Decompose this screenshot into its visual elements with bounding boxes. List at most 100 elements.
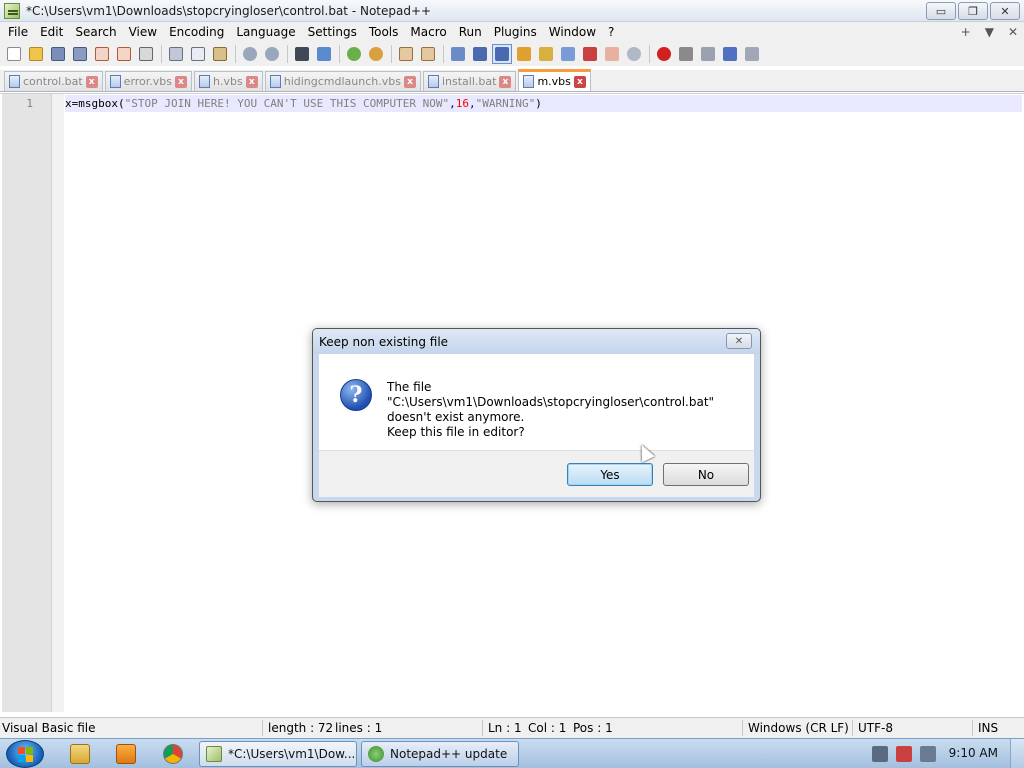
yes-button[interactable]: Yes [567,463,653,486]
show-desktop-button[interactable] [1010,739,1024,768]
menu-encoding[interactable]: Encoding [163,22,230,42]
document-map-button[interactable] [536,44,556,64]
replace-button[interactable] [314,44,334,64]
monitoring-button[interactable] [624,44,644,64]
dialog-footer: Yes No [319,450,754,497]
menu-tools[interactable]: Tools [363,22,405,42]
cut-button[interactable] [166,44,186,64]
toolbar-separator [232,44,238,64]
media-player-icon[interactable] [116,744,136,764]
tab-list-dropdown-icon[interactable]: ▼ [985,22,994,42]
tab-error-vbs[interactable]: error.vbs x [104,71,193,91]
user-defined-language-button[interactable] [514,44,534,64]
menu-window[interactable]: Window [543,22,602,42]
indent-guide-button[interactable] [492,44,512,64]
paste-button[interactable] [210,44,230,64]
taskbar-clock[interactable]: 9:10 AM [949,746,998,760]
menu-run[interactable]: Run [453,22,488,42]
macro-stop-button[interactable] [676,44,696,64]
dialog-message-line: Keep this file in editor? [387,425,525,439]
start-button[interactable] [6,740,44,768]
tab-close-icon[interactable]: x [499,75,512,88]
document-map-icon [539,47,553,61]
menu-file[interactable]: File [2,22,34,42]
dialog-title: Keep non existing file [319,334,449,349]
redo-button[interactable] [262,44,282,64]
code-string: "WARNING" [475,97,536,110]
restore-button[interactable]: ❐ [958,2,988,20]
no-button[interactable]: No [663,463,749,486]
macro-run-multiple-button[interactable] [720,44,740,64]
sync-horizontal-button[interactable] [418,44,438,64]
minimize-button[interactable]: ▭ [926,2,956,20]
undo-icon [243,47,257,61]
function-list-button[interactable] [580,44,600,64]
new-file-button[interactable] [4,44,24,64]
zoom-in-button[interactable] [344,44,364,64]
dialog-title-bar: Keep non existing file ✕ [313,329,760,354]
open-file-button[interactable] [26,44,46,64]
replace-icon [317,47,331,61]
find-button[interactable] [292,44,312,64]
code-line[interactable]: x=msgbox("STOP JOIN HERE! YOU CAN'T USE … [65,95,1022,112]
tab-close-icon[interactable]: x [85,75,98,88]
menu-plugins[interactable]: Plugins [488,22,543,42]
close-document-icon[interactable]: ✕ [1008,22,1018,42]
save-button[interactable] [48,44,68,64]
tab-close-icon[interactable]: x [573,75,586,88]
menu-view[interactable]: View [123,22,163,42]
chrome-icon[interactable] [163,744,183,764]
folder-as-workspace-button[interactable] [602,44,622,64]
new-tab-plus-icon[interactable]: + [961,22,971,42]
volume-icon[interactable] [920,746,936,762]
close-all-button[interactable] [114,44,134,64]
tab-hidingcmdlaunch-vbs[interactable]: hidingcmdlaunch.vbs x [264,71,421,91]
status-insert-mode[interactable]: INS [978,721,998,735]
status-separator [742,720,743,736]
copy-button[interactable] [188,44,208,64]
undo-button[interactable] [240,44,260,64]
tab-close-icon[interactable]: x [175,75,188,88]
taskbar-notepadpp-update[interactable]: Notepad++ update [361,741,519,767]
tab-install-bat[interactable]: install.bat x [422,71,517,91]
save-icon [51,47,65,61]
notepadpp-app-icon[interactable] [4,2,20,19]
sync-vertical-button[interactable] [396,44,416,64]
save-all-button[interactable] [70,44,90,64]
menu-settings[interactable]: Settings [302,22,363,42]
explorer-icon[interactable] [70,744,90,764]
close-file-button[interactable] [92,44,112,64]
status-eol[interactable]: Windows (CR LF) [748,721,849,735]
print-button[interactable] [136,44,156,64]
action-center-icon[interactable] [896,746,912,762]
document-list-button[interactable] [558,44,578,64]
tab-control-bat[interactable]: control.bat x [4,71,103,91]
tab-m-vbs[interactable]: m.vbs x [518,69,591,91]
zoom-out-button[interactable] [366,44,386,64]
word-wrap-button[interactable] [448,44,468,64]
menu-help[interactable]: ? [602,22,620,42]
tab-close-icon[interactable]: x [245,75,258,88]
menu-macro[interactable]: Macro [404,22,452,42]
tab-label: error.vbs [123,75,173,88]
menu-edit[interactable]: Edit [34,22,69,42]
taskbar-notepadpp[interactable]: *C:\Users\vm1\Dow... [199,741,357,767]
taskbar-task-label: Notepad++ update [390,747,508,761]
status-encoding[interactable]: UTF-8 [858,721,893,735]
show-all-characters-button[interactable] [470,44,490,64]
macro-play-button[interactable] [698,44,718,64]
dialog-close-button[interactable]: ✕ [726,333,752,349]
menu-language[interactable]: Language [230,22,301,42]
folder-icon [29,47,43,61]
macro-save-button[interactable] [742,44,762,64]
network-icon[interactable] [872,746,888,762]
toolbar-separator [388,44,394,64]
updater-icon [368,746,384,762]
close-window-button[interactable]: ✕ [990,2,1020,20]
tab-h-vbs[interactable]: h.vbs x [194,71,263,91]
status-separator [972,720,973,736]
menu-search[interactable]: Search [69,22,122,42]
tab-close-icon[interactable]: x [403,75,416,88]
macro-record-button[interactable] [654,44,674,64]
tab-label: hidingcmdlaunch.vbs [283,75,401,88]
